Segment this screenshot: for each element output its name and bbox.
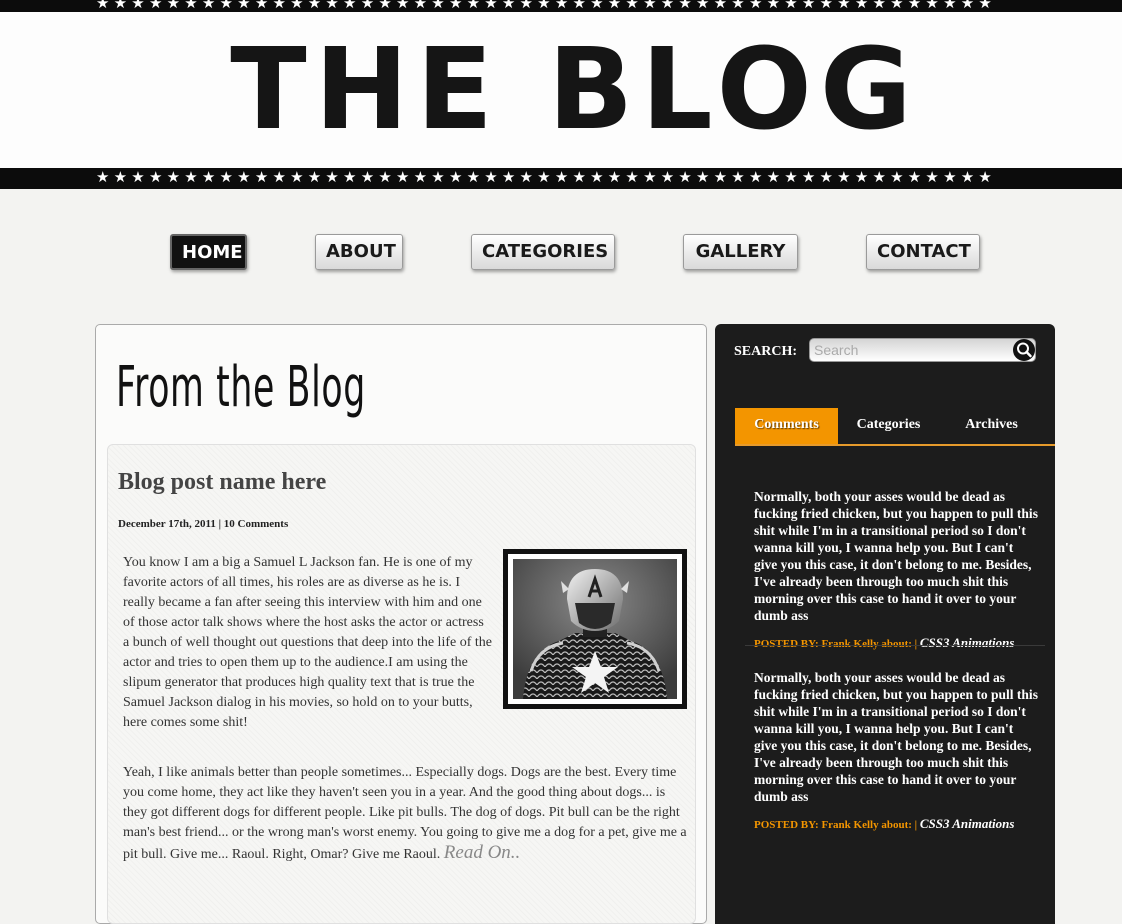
post-body-continued: Yeah, I like animals better than people … — [123, 763, 688, 865]
search-icon[interactable] — [1013, 339, 1035, 361]
star-row: ★★★★★★★★★★★★★★★★★★★★★★★★★★★★★★★★★★★★★★★★… — [96, 168, 997, 186]
comment-item: Normally, both your asses would be dead … — [754, 669, 1039, 832]
nav-home-button[interactable]: HOME — [170, 234, 247, 270]
tab-categories[interactable]: Categories — [837, 408, 940, 444]
superhero-image — [513, 559, 677, 699]
top-star-band: ★★★★★★★★★★★★★★★★★★★★★★★★★★★★★★★★★★★★★★★★… — [0, 0, 1122, 12]
tab-archives[interactable]: Archives — [940, 408, 1043, 444]
search-input[interactable] — [809, 338, 1036, 362]
site-header: THE BLOG — [0, 12, 1122, 168]
comment-meta: POSTED BY: Frank Kelly about: | CSS3 Ani… — [754, 635, 1039, 651]
comment-divider — [745, 645, 1045, 646]
post-image — [503, 549, 687, 709]
post-title[interactable]: Blog post name here — [118, 469, 326, 496]
comment-topic-link[interactable]: CSS3 Animations — [920, 816, 1015, 831]
star-row: ★★★★★★★★★★★★★★★★★★★★★★★★★★★★★★★★★★★★★★★★… — [96, 0, 997, 12]
comment-posted-by: POSTED BY: Frank Kelly about: — [754, 638, 912, 650]
main-content: From the Blog Blog post name here Decemb… — [95, 324, 707, 924]
comment-separator: | — [914, 638, 918, 650]
post-image-frame — [508, 554, 682, 704]
blog-post: Blog post name here December 17th, 2011 … — [107, 444, 696, 924]
sidebar: SEARCH: Comments Categories Archives Nor… — [715, 324, 1055, 924]
comment-text: Normally, both your asses would be dead … — [754, 489, 1038, 623]
post-body: You know I am a big a Samuel L Jackson f… — [123, 555, 492, 730]
nav-gallery-button[interactable]: GALLERY — [683, 234, 798, 270]
site-title[interactable]: THE BLOG — [230, 30, 920, 150]
read-on-link[interactable]: Read On.. — [444, 842, 521, 863]
bottom-star-band: ★★★★★★★★★★★★★★★★★★★★★★★★★★★★★★★★★★★★★★★★… — [0, 168, 1122, 189]
comment-text: Normally, both your asses would be dead … — [754, 670, 1038, 804]
main-nav: HOME ABOUT CATEGORIES GALLERY CONTACT — [0, 234, 1122, 274]
sidebar-tabs: Comments Categories Archives — [735, 408, 1055, 446]
comment-posted-by: POSTED BY: Frank Kelly about: — [754, 819, 912, 831]
post-meta: December 17th, 2011 | 10 Comments — [118, 518, 289, 530]
comment-meta: POSTED BY: Frank Kelly about: | CSS3 Ani… — [754, 816, 1039, 832]
nav-about-button[interactable]: ABOUT — [315, 234, 403, 270]
nav-contact-button[interactable]: CONTACT — [866, 234, 980, 270]
nav-categories-button[interactable]: CATEGORIES — [471, 234, 615, 270]
section-title: From the Blog — [116, 355, 366, 420]
post-body2-text: Yeah, I like animals better than people … — [123, 765, 687, 862]
comment-topic-link[interactable]: CSS3 Animations — [920, 635, 1015, 650]
comment-separator: | — [914, 819, 918, 831]
comment-item: Normally, both your asses would be dead … — [754, 488, 1039, 651]
search-label: SEARCH: — [734, 344, 798, 359]
tab-comments[interactable]: Comments — [735, 408, 838, 444]
